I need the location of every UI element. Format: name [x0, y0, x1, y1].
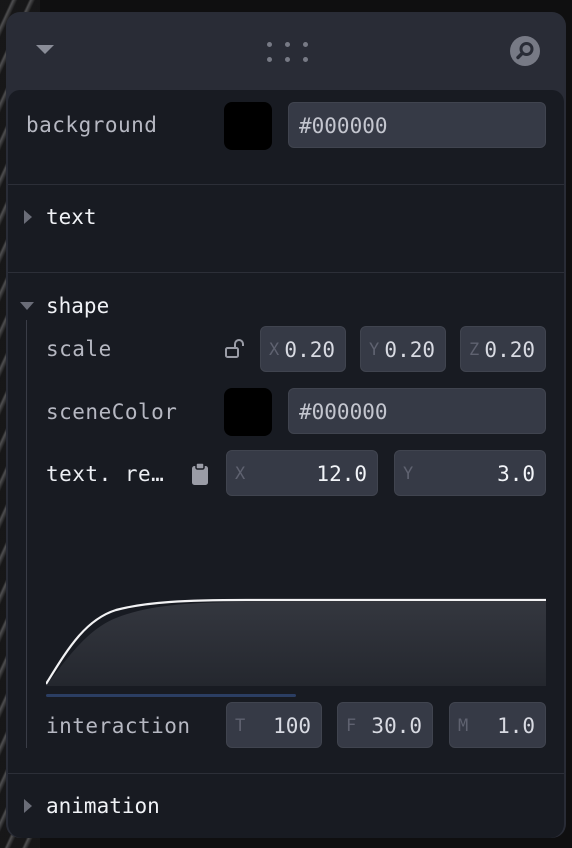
scale-y-axis: Y	[369, 340, 380, 360]
panel-titlebar[interactable]	[6, 12, 566, 90]
text-re-label: text. re…	[46, 462, 165, 486]
folder-tree-line	[26, 320, 27, 748]
scenecolor-label: sceneColor	[46, 400, 178, 424]
scale-y-value: 0.20	[384, 338, 435, 362]
interaction-f-value: 30.0	[371, 714, 422, 738]
interaction-f-input[interactable]: F 30.0	[337, 702, 433, 748]
interaction-f-axis: F	[346, 716, 357, 736]
interaction-curve-graph[interactable]	[46, 590, 546, 686]
folder-shape-title: shape	[46, 294, 110, 318]
scale-z-value: 0.20	[484, 338, 535, 362]
background-hex-input[interactable]: #000000	[288, 102, 546, 148]
interaction-t-value: 100	[273, 714, 311, 738]
scale-x-axis: X	[269, 340, 280, 360]
chevron-right-icon	[24, 210, 32, 224]
scenecolor-swatch[interactable]	[224, 388, 272, 436]
divider	[8, 272, 564, 273]
scale-z-axis: Z	[469, 340, 480, 360]
folder-shape[interactable]: shape	[20, 291, 109, 321]
divider	[8, 184, 564, 185]
scenecolor-row: sceneColor	[46, 399, 177, 425]
scale-y-input[interactable]: Y 0.20	[360, 326, 446, 372]
background-row: background	[26, 112, 157, 138]
scenecolor-hex-input[interactable]: #000000	[288, 388, 546, 434]
panel-content: background #000000 text shape scale X 0.…	[8, 90, 564, 838]
scale-row: scale	[46, 336, 112, 362]
chevron-down-icon	[20, 302, 34, 310]
scale-label: scale	[46, 337, 112, 361]
text-re-row: text. re…	[46, 461, 164, 487]
scale-z-input[interactable]: Z 0.20	[460, 326, 546, 372]
interaction-t-input[interactable]: T 100	[226, 702, 322, 748]
clipboard-icon[interactable]	[190, 462, 210, 486]
text-re-x-axis: X	[235, 464, 246, 484]
text-re-x-value: 12.0	[316, 462, 367, 486]
folder-animation-title: animation	[46, 794, 160, 818]
controls-panel: background #000000 text shape scale X 0.…	[6, 12, 566, 838]
folder-text-title: text	[46, 205, 97, 229]
interaction-label: interaction	[46, 714, 191, 738]
scale-x-value: 0.20	[284, 338, 335, 362]
background-hex-value: #000000	[299, 114, 388, 138]
unlock-icon[interactable]	[224, 338, 246, 360]
interaction-t-axis: T	[235, 716, 246, 736]
interaction-m-input[interactable]: M 1.0	[449, 702, 546, 748]
text-re-y-value: 3.0	[497, 462, 535, 486]
folder-text[interactable]: text	[24, 202, 97, 232]
scale-x-input[interactable]: X 0.20	[260, 326, 346, 372]
interaction-m-axis: M	[458, 716, 469, 736]
text-re-y-input[interactable]: Y 3.0	[394, 450, 546, 496]
interaction-progress-bar	[46, 694, 296, 697]
background-color-swatch[interactable]	[224, 102, 272, 150]
text-re-y-axis: Y	[403, 464, 414, 484]
interaction-m-value: 1.0	[497, 714, 535, 738]
text-re-x-input[interactable]: X 12.0	[226, 450, 378, 496]
folder-animation[interactable]: animation	[24, 791, 160, 821]
divider	[8, 773, 564, 774]
chevron-right-icon	[24, 799, 32, 813]
scenecolor-hex-value: #000000	[299, 400, 388, 424]
drag-handle-icon[interactable]	[265, 40, 309, 64]
search-icon[interactable]	[510, 36, 540, 66]
chevron-down-icon[interactable]	[36, 45, 54, 54]
background-label: background	[26, 113, 158, 137]
interaction-row: interaction	[46, 713, 191, 739]
